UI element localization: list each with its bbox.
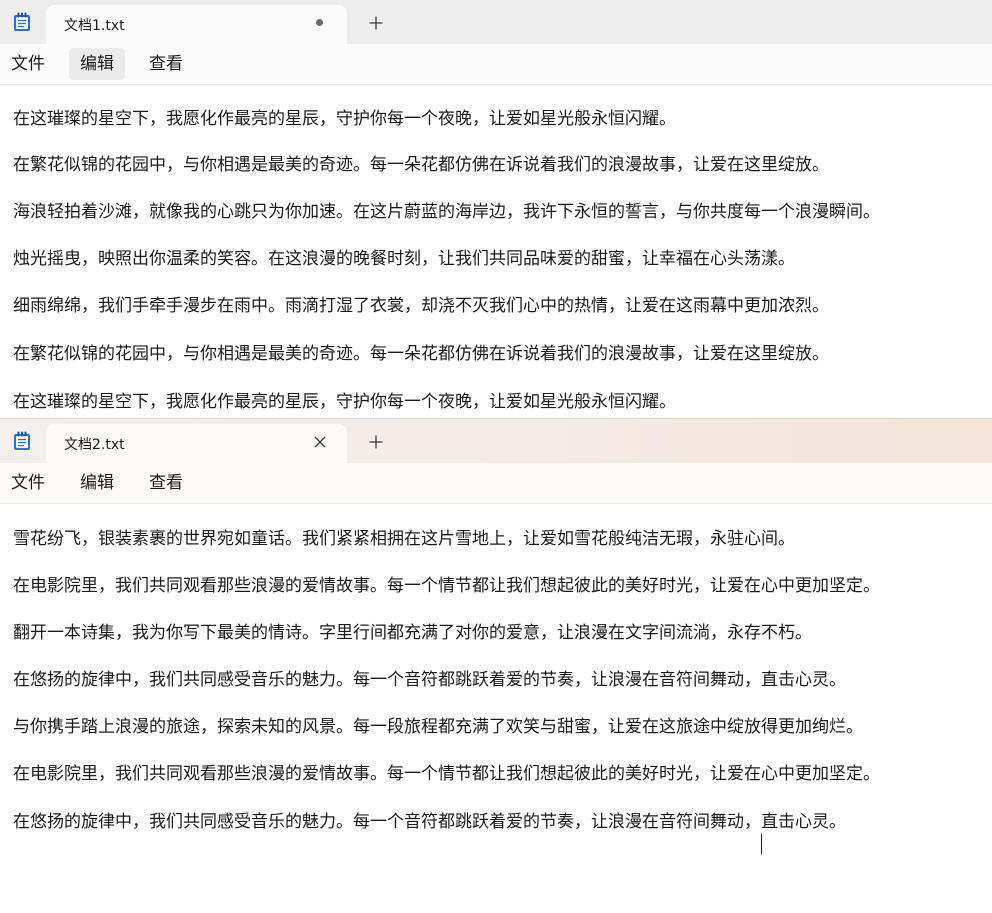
text-line: 烛光摇曳，映照出你温柔的笑容。在这浪漫的晚餐时刻，让我们共同品味爱的甜蜜，让幸福… bbox=[13, 249, 795, 269]
text-line: 与你携手踏上浪漫的旅途，探索未知的风景。每一段旅程都充满了欢笑与甜蜜，让爱在这旅… bbox=[13, 717, 863, 737]
text-line: 在悠扬的旋律中，我们共同感受音乐的魅力。每一个音符都跳跃着爱的节奏，让浪漫在音符… bbox=[13, 812, 846, 832]
menu-view[interactable]: 查看 bbox=[138, 48, 194, 80]
title-bar[interactable]: 文档2.txt bbox=[0, 419, 992, 463]
menu-file[interactable]: 文件 bbox=[0, 48, 56, 80]
text-line: 在这璀璨的星空下，我愿化作最亮的星辰，守护你每一个夜晚，让爱如星光般永恒闪耀。 bbox=[13, 392, 676, 412]
tab-document-1[interactable]: 文档1.txt bbox=[46, 5, 347, 44]
menu-edit[interactable]: 编辑 bbox=[69, 467, 125, 499]
title-bar[interactable]: 文档1.txt bbox=[0, 0, 992, 44]
text-line: 雪花纷飞，银装素裹的世界宛如童话。我们紧紧相拥在这片雪地上，让爱如雪花般纯洁无瑕… bbox=[13, 529, 795, 549]
text-cursor bbox=[761, 834, 762, 854]
notepad-icon bbox=[13, 431, 31, 451]
menu-bar: 文件 编辑 查看 bbox=[0, 463, 992, 504]
notepad-window-2: 文档2.txt 文件 编辑 查看 雪花纷飞，银装素裹的世界宛如童话。我们紧紧相拥… bbox=[0, 418, 992, 913]
text-line: 在电影院里，我们共同观看那些浪漫的爱情故事。每一个情节都让我们想起彼此的美好时光… bbox=[13, 764, 880, 784]
menu-bar: 文件 编辑 查看 bbox=[0, 44, 992, 85]
close-icon[interactable] bbox=[310, 432, 330, 452]
plus-icon[interactable] bbox=[366, 432, 386, 452]
notepad-window-1: 文档1.txt 文件 编辑 查看 在这璀璨的星空下，我愿化作最亮的星辰，守护你每… bbox=[0, 0, 992, 418]
text-line: 在繁花似锦的花园中，与你相遇是最美的奇迹。每一朵花都仿佛在诉说着我们的浪漫故事，… bbox=[13, 344, 829, 364]
unsaved-dot-icon[interactable] bbox=[316, 19, 323, 26]
plus-icon[interactable] bbox=[366, 13, 386, 33]
text-line: 细雨绵绵，我们手牵手漫步在雨中。雨滴打湿了衣裳，却浇不灭我们心中的热情，让爱在这… bbox=[13, 296, 829, 316]
menu-view[interactable]: 查看 bbox=[138, 467, 194, 499]
tab-title: 文档2.txt bbox=[64, 437, 125, 453]
tab-title: 文档1.txt bbox=[64, 18, 125, 34]
notepad-icon bbox=[13, 12, 31, 32]
text-line: 在电影院里，我们共同观看那些浪漫的爱情故事。每一个情节都让我们想起彼此的美好时光… bbox=[13, 576, 880, 596]
text-line: 在繁花似锦的花园中，与你相遇是最美的奇迹。每一朵花都仿佛在诉说着我们的浪漫故事，… bbox=[13, 155, 829, 175]
text-line: 在悠扬的旋律中，我们共同感受音乐的魅力。每一个音符都跳跃着爱的节奏，让浪漫在音符… bbox=[13, 670, 846, 690]
text-line: 在这璀璨的星空下，我愿化作最亮的星辰，守护你每一个夜晚，让爱如星光般永恒闪耀。 bbox=[13, 109, 676, 129]
tab-document-2[interactable]: 文档2.txt bbox=[46, 424, 347, 463]
menu-edit[interactable]: 编辑 bbox=[69, 48, 125, 80]
menu-file[interactable]: 文件 bbox=[0, 467, 56, 499]
text-line: 翻开一本诗集，我为你写下最美的情诗。字里行间都充满了对你的爱意，让浪漫在文字间流… bbox=[13, 623, 812, 643]
text-line: 海浪轻拍着沙滩，就像我的心跳只为你加速。在这片蔚蓝的海岸边，我许下永恒的誓言，与… bbox=[13, 202, 880, 222]
